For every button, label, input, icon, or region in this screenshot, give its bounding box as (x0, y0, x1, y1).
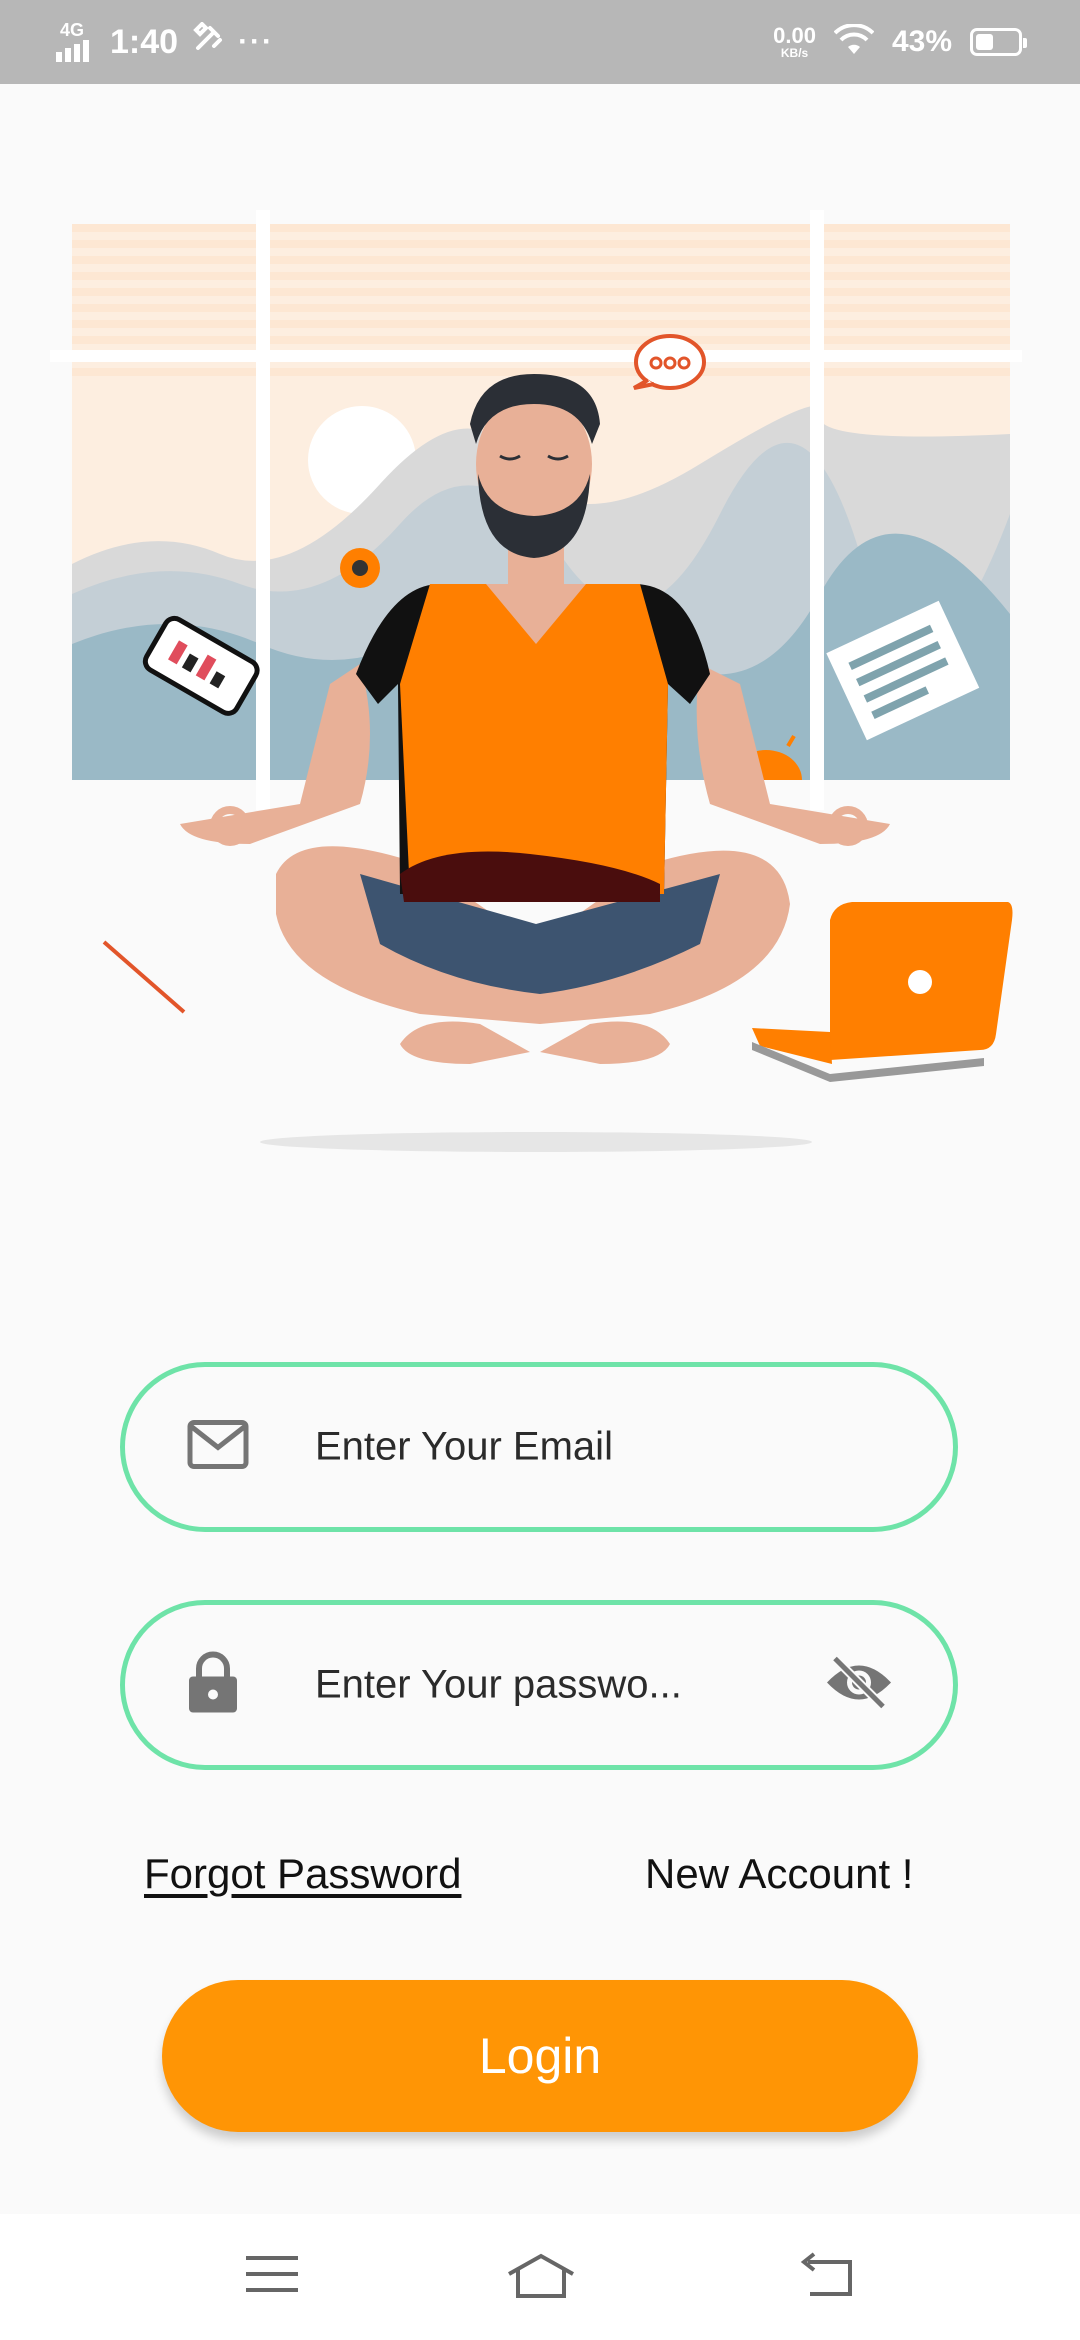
status-bar: 4G 1:40 ··· 0.00 KB/s 43% (0, 0, 1080, 84)
login-button[interactable]: Login (162, 1980, 918, 2132)
signal-icon: 4G (56, 20, 96, 62)
back-icon[interactable] (798, 2252, 854, 2301)
status-left: 4G 1:40 ··· (56, 0, 274, 84)
tools-icon (192, 21, 224, 62)
network-speed: 0.00 KB/s (773, 23, 816, 60)
new-account-link[interactable]: New Account ! (645, 1850, 913, 1898)
speed-unit: KB/s (780, 46, 809, 60)
forgot-password-link[interactable]: Forgot Password (144, 1850, 461, 1898)
clock: 1:40 (110, 22, 179, 61)
battery-icon (970, 28, 1027, 56)
battery-fill (976, 34, 993, 50)
menu-icon[interactable] (246, 2252, 298, 2301)
password-field[interactable]: Enter Your passwo... (120, 1600, 958, 1770)
email-placeholder: Enter Your Email (315, 1424, 613, 1469)
more-notifications: ··· (238, 25, 275, 58)
home-icon[interactable] (506, 2252, 576, 2305)
navigation-bar (0, 2214, 1080, 2340)
login-button-label: Login (478, 2028, 602, 2084)
network-type: 4G (60, 20, 85, 40)
mail-icon (187, 1420, 249, 1475)
eye-off-icon[interactable] (825, 1655, 893, 1716)
speed-value: 0.00 (773, 23, 816, 48)
battery-percent: 43% (891, 25, 952, 58)
email-field[interactable]: Enter Your Email (120, 1362, 958, 1532)
lock-icon (187, 1651, 239, 1720)
meditation-illustration (0, 84, 1080, 1184)
password-placeholder: Enter Your passwo... (315, 1662, 682, 1707)
wifi-icon (833, 22, 875, 61)
status-right: 0.00 KB/s 43% (773, 0, 1027, 84)
